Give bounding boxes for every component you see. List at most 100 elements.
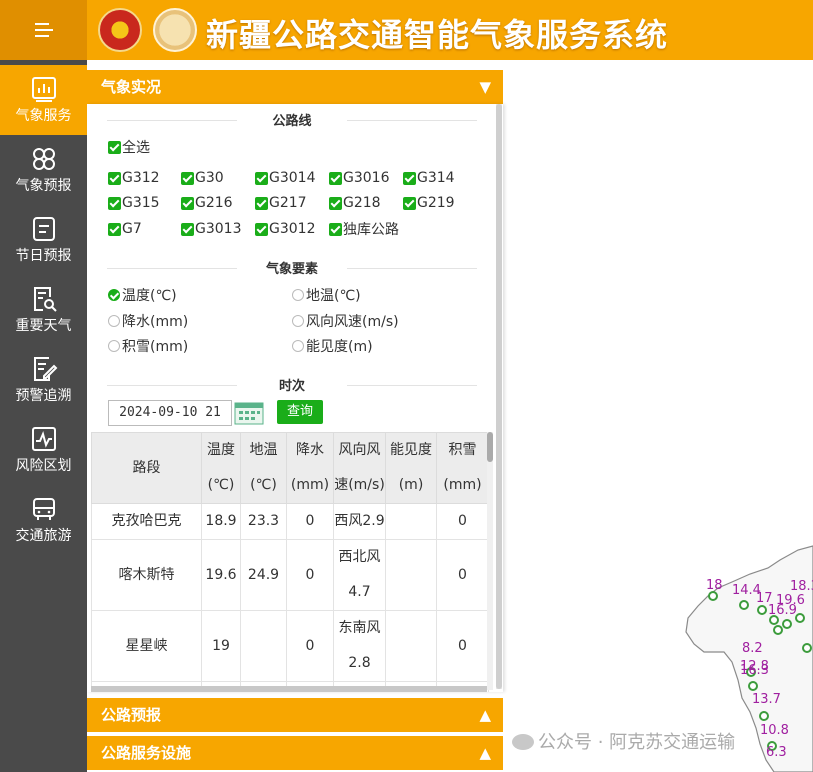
table-cell: 西北风 4.7 bbox=[333, 539, 386, 611]
sidebar-item-label: 重要天气 bbox=[15, 318, 72, 334]
pulse-chart-icon bbox=[31, 427, 56, 451]
road-checkbox[interactable]: G3013 bbox=[181, 220, 241, 238]
table-cell: 0 bbox=[286, 503, 334, 540]
time-section-title: 时次 bbox=[107, 375, 477, 395]
road-checkbox[interactable]: G216 bbox=[181, 194, 233, 212]
meteorology-emblem-logo bbox=[153, 8, 197, 52]
checkbox-checked-icon bbox=[329, 196, 342, 210]
date-input[interactable]: 2024-09-10 21 bbox=[108, 400, 232, 426]
radio-icon bbox=[292, 340, 304, 352]
road-checkbox[interactable]: G7 bbox=[108, 220, 142, 238]
four-petal-icon bbox=[32, 148, 55, 170]
road-checkbox[interactable]: 独库公路 bbox=[329, 220, 399, 238]
column-header: 温度 (℃) bbox=[201, 432, 241, 504]
radio-icon bbox=[292, 289, 304, 301]
checkbox-checked-icon bbox=[181, 222, 194, 236]
table-cell: 0 bbox=[436, 503, 489, 540]
column-header: 地温 (℃) bbox=[240, 432, 287, 504]
sidebar-item-label: 预警追溯 bbox=[15, 388, 72, 404]
road-checkbox[interactable]: G217 bbox=[255, 194, 307, 212]
hamburger-icon bbox=[34, 23, 53, 37]
road-section-title: 公路线 bbox=[107, 110, 477, 130]
table-cell bbox=[240, 610, 287, 682]
current-weather-panel: 公路线 全选 G312 G30 G3014 G3016 G314 G315 G2… bbox=[87, 104, 503, 692]
calendar-list-icon bbox=[32, 217, 55, 241]
element-radio[interactable]: 温度(℃) bbox=[108, 286, 177, 304]
road-checkbox[interactable]: G219 bbox=[403, 194, 455, 212]
select-all-checkbox[interactable]: 全选 bbox=[108, 138, 150, 156]
table-row[interactable]: 星星峡 19 0 东南风 2.8 0 bbox=[91, 610, 489, 682]
table-header-row: 路段 温度 (℃) 地温 (℃) 降水 (mm) 风向风 速(m/s) 能见度 … bbox=[91, 432, 489, 504]
element-section-title: 气象要素 bbox=[107, 258, 477, 278]
document-search-icon bbox=[33, 287, 57, 312]
expand-icon[interactable]: ▲ bbox=[479, 698, 491, 732]
watermark: 公众号 · 阿克苏交通运输 bbox=[512, 728, 735, 754]
table-vertical-scrollbar[interactable] bbox=[487, 432, 493, 690]
element-radio[interactable]: 能见度(m) bbox=[292, 337, 373, 355]
query-button[interactable]: 查询 bbox=[277, 400, 323, 424]
road-checkbox[interactable]: G315 bbox=[108, 194, 160, 212]
checkbox-checked-icon bbox=[329, 171, 342, 185]
calendar-icon[interactable] bbox=[233, 400, 265, 426]
checkbox-checked-icon bbox=[403, 171, 416, 185]
road-checkbox[interactable]: G3014 bbox=[255, 169, 315, 187]
sidebar-item-traffic-tourism[interactable]: 交通旅游 bbox=[0, 485, 87, 555]
road-checkbox[interactable]: G312 bbox=[108, 169, 160, 187]
table-cell: 23.3 bbox=[240, 503, 287, 540]
panel-header-road-forecast[interactable]: 公路预报 ▲ bbox=[87, 698, 503, 732]
svg-text:8.2: 8.2 bbox=[742, 641, 763, 656]
element-radio[interactable]: 积雪(mm) bbox=[108, 337, 188, 355]
element-radio[interactable]: 地温(℃) bbox=[292, 286, 361, 304]
svg-text:16.9: 16.9 bbox=[768, 603, 797, 618]
svg-text:18.3: 18.3 bbox=[790, 579, 813, 594]
radio-icon bbox=[108, 340, 120, 352]
sidebar-item-risk-zoning[interactable]: 风险区划 bbox=[0, 415, 87, 485]
road-checkbox[interactable]: G3012 bbox=[255, 220, 315, 238]
svg-text:13.7: 13.7 bbox=[752, 692, 781, 707]
road-checkbox[interactable]: G314 bbox=[403, 169, 455, 187]
panel-scrollbar[interactable] bbox=[496, 104, 502, 689]
element-radio[interactable]: 降水(mm) bbox=[108, 312, 188, 330]
column-header: 积雪 (mm) bbox=[436, 432, 489, 504]
sidebar-item-label: 气象服务 bbox=[15, 108, 72, 124]
checkbox-checked-icon bbox=[108, 196, 121, 210]
sidebar-item-forecast[interactable]: 气象预报 bbox=[0, 135, 87, 205]
road-checkbox[interactable]: G218 bbox=[329, 194, 381, 212]
sidebar-item-warning-trace[interactable]: 预警追溯 bbox=[0, 345, 87, 415]
table-cell: 0 bbox=[286, 539, 334, 611]
sidebar-item-label: 风险区划 bbox=[15, 458, 72, 474]
table-row[interactable]: 喀木斯特 19.6 24.9 0 西北风 4.7 0 bbox=[91, 539, 489, 611]
element-radio[interactable]: 风向风速(m/s) bbox=[292, 312, 399, 330]
checkbox-checked-icon bbox=[255, 171, 268, 185]
panel-title: 公路预报 bbox=[101, 706, 162, 724]
checkbox-checked-icon bbox=[181, 171, 194, 185]
column-header: 能见度 (m) bbox=[385, 432, 437, 504]
edit-document-icon bbox=[33, 357, 57, 381]
sidebar-item-important-weather[interactable]: 重要天气 bbox=[0, 275, 87, 345]
svg-text:16.3: 16.3 bbox=[740, 663, 769, 678]
panel-header-current-weather[interactable]: 气象实况 ▼ bbox=[87, 70, 503, 104]
table-cell: 西风2.9 bbox=[333, 503, 386, 540]
sidebar-item-weather-service[interactable]: 气象服务 bbox=[0, 65, 87, 135]
table-horizontal-scrollbar[interactable] bbox=[91, 686, 487, 692]
sidebar-item-label: 交通旅游 bbox=[15, 528, 72, 544]
panel-title: 气象实况 bbox=[101, 78, 162, 96]
table-row[interactable]: 克孜哈巴克 18.9 23.3 0 西风2.9 0 bbox=[91, 503, 489, 540]
road-checkbox[interactable]: G3016 bbox=[329, 169, 389, 187]
collapse-icon[interactable]: ▼ bbox=[479, 70, 491, 104]
menu-toggle-button[interactable] bbox=[0, 0, 87, 60]
transport-emblem-logo bbox=[98, 8, 142, 52]
expand-icon[interactable]: ▲ bbox=[479, 736, 491, 770]
sidebar-item-holiday-forecast[interactable]: 节日预报 bbox=[0, 205, 87, 275]
road-checkbox[interactable]: G30 bbox=[181, 169, 224, 187]
table-cell: 东南风 2.8 bbox=[333, 610, 386, 682]
table-cell: 19.6 bbox=[201, 539, 241, 611]
bar-chart-icon bbox=[31, 77, 56, 102]
column-header: 路段 bbox=[91, 432, 202, 504]
table-cell bbox=[385, 610, 437, 682]
radio-icon bbox=[108, 315, 120, 327]
sidebar-item-label: 气象预报 bbox=[15, 178, 72, 194]
svg-text:18: 18 bbox=[706, 578, 723, 593]
radio-selected-icon bbox=[108, 289, 120, 301]
panel-header-road-facilities[interactable]: 公路服务设施 ▲ bbox=[87, 736, 503, 770]
